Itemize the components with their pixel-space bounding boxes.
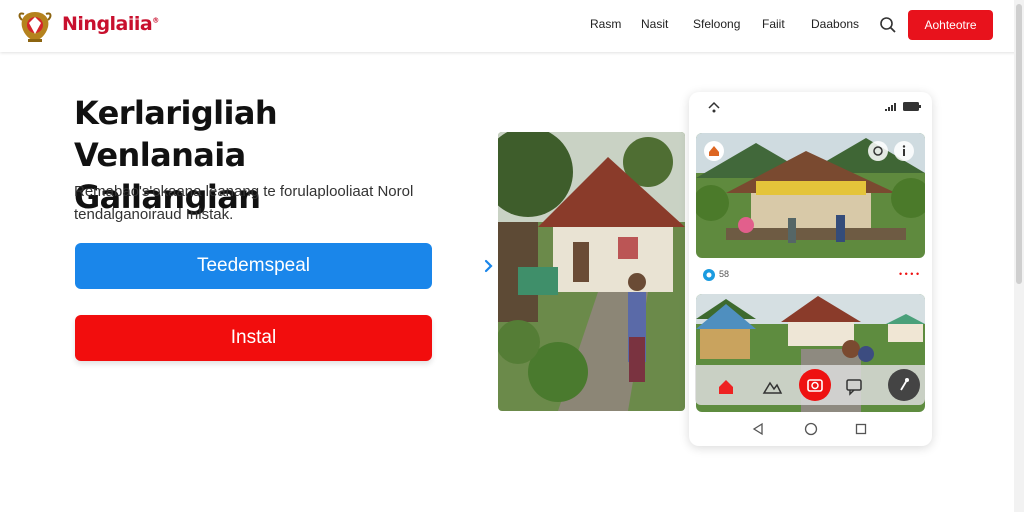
house-photo-illustration xyxy=(696,133,925,258)
headline-line-1: Kerlarigliah Venlanaia xyxy=(74,94,278,174)
info-icon[interactable] xyxy=(894,141,914,161)
chat-icon[interactable] xyxy=(839,371,869,401)
brand-name[interactable]: Ninglaiia® xyxy=(62,13,159,35)
phone-mockup: 58 • • • • xyxy=(689,92,932,446)
primary-button-label: Teedemspeal xyxy=(196,255,311,276)
primary-button[interactable]: Teedemspeal xyxy=(75,243,500,289)
meta-dots[interactable]: • • • • xyxy=(899,269,919,279)
header-cta-button[interactable]: Aohteotre xyxy=(908,10,993,40)
subtitle-line-2: tendalganoiraud Inlstak. xyxy=(74,206,234,223)
meta-count: 58 xyxy=(719,269,730,279)
app-dock xyxy=(695,365,925,405)
subtitle-line-1: Remabao's'okaana leanang te forulaplooli… xyxy=(74,183,414,200)
signal-icon xyxy=(885,103,896,111)
feed-meta-row: 58 • • • • xyxy=(701,268,921,282)
nav-link-3[interactable]: Sfeloong xyxy=(693,17,740,31)
share-icon[interactable] xyxy=(868,141,888,161)
nav-link-2[interactable]: Nasit xyxy=(641,17,668,31)
top-navigation-bar: Ninglaiia® Rasm Nasit Sfeloong Faiit Daa… xyxy=(0,0,1024,52)
home-icon[interactable] xyxy=(711,371,741,401)
scrollbar-thumb[interactable] xyxy=(1016,4,1022,284)
village-photo-illustration xyxy=(498,132,685,411)
install-button[interactable]: Instal xyxy=(75,315,432,361)
verified-icon xyxy=(703,269,715,281)
camera-icon xyxy=(807,379,823,392)
village-photo xyxy=(498,132,685,411)
phone-status-bar xyxy=(689,92,932,122)
wifi-icon xyxy=(708,101,720,113)
feed-image-1[interactable] xyxy=(696,133,925,258)
nav-link-5[interactable]: Daabons xyxy=(811,17,859,31)
page-scrollbar[interactable] xyxy=(1014,0,1024,512)
nav-link-1[interactable]: Rasm xyxy=(590,17,621,31)
arrow-right-icon xyxy=(476,254,500,278)
hero-subtitle: Remabao's'okaana leanang te forulaplooli… xyxy=(74,180,434,226)
home-badge-icon[interactable] xyxy=(704,141,724,161)
nav-link-4[interactable]: Faiit xyxy=(762,17,785,31)
mic-button[interactable] xyxy=(888,369,920,401)
logo-emblem[interactable] xyxy=(16,8,54,44)
recents-icon[interactable] xyxy=(854,422,868,436)
mic-icon xyxy=(900,378,909,391)
mountain-icon[interactable] xyxy=(757,371,787,401)
search-icon[interactable] xyxy=(879,16,897,34)
home-circle-icon[interactable] xyxy=(804,422,818,436)
battery-icon xyxy=(903,102,921,111)
back-icon[interactable] xyxy=(751,422,765,436)
camera-fab[interactable] xyxy=(799,369,831,401)
